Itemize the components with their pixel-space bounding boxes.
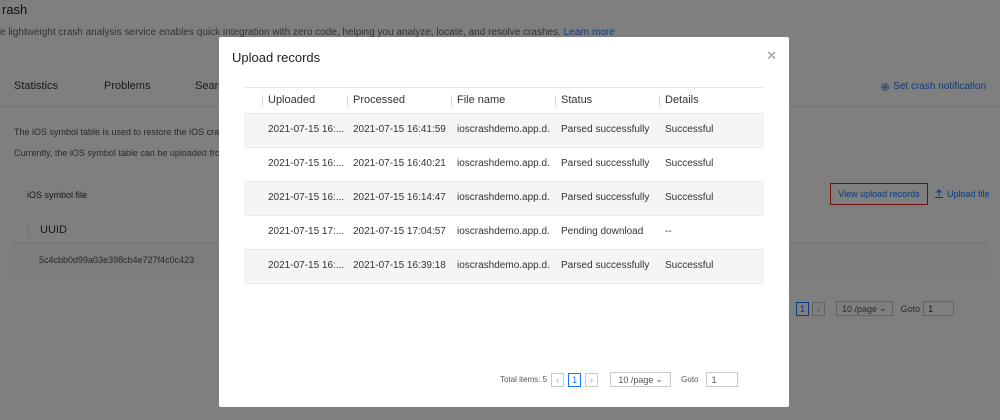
page-size-select[interactable]: 10 /page ⌄ (610, 372, 672, 387)
column-uploaded[interactable]: Uploaded (262, 94, 345, 107)
column-status[interactable]: Status (555, 94, 661, 107)
uploaded-cell: 2021-07-15 16:... (268, 192, 345, 203)
uploaded-cell: 2021-07-15 16:... (268, 260, 345, 271)
prev-page-button[interactable]: ‹ (551, 372, 565, 387)
chevron-down-icon: ⌄ (655, 374, 663, 384)
file-name-cell: ioscrashdemo.app.d... (457, 192, 549, 203)
page-number[interactable]: 1 (568, 372, 582, 387)
file-name-cell: ioscrashdemo.app.d... (457, 260, 549, 271)
status-cell: Parsed successfully (561, 192, 650, 203)
table-row: 2021-07-15 16:... 2021-07-15 16:41:59 iosc… (244, 114, 764, 148)
status-cell: Pending download (561, 226, 644, 237)
table-row: 2021-07-15 16:... 2021-07-15 16:39:18 iosc… (244, 250, 764, 284)
processed-cell: 2021-07-15 16:39:18 (353, 260, 446, 271)
details-cell: Successful (665, 192, 714, 203)
table-row: 2021-07-15 16:... 2021-07-15 16:14:47 iosc… (244, 182, 764, 216)
column-processed[interactable]: Processed (347, 94, 455, 107)
uploaded-cell: 2021-07-15 16:... (268, 124, 345, 135)
processed-cell: 2021-07-15 16:41:59 (353, 124, 446, 135)
details-cell: Successful (665, 260, 714, 271)
dialog-title: Upload records (232, 50, 321, 65)
page-size-value: 10 /page (618, 374, 654, 385)
close-icon[interactable]: ✕ (766, 49, 777, 62)
uploaded-cell: 2021-07-15 17:... (268, 226, 345, 237)
total-items: Total items: 5 (500, 375, 548, 384)
details-cell: -- (665, 226, 672, 237)
file-name-cell: ioscrashdemo.app.d... (457, 158, 549, 169)
processed-cell: 2021-07-15 16:14:47 (353, 192, 446, 203)
dialog-pagination: Total items: 5 ‹ 1 › 10 /page ⌄ Goto 1 (500, 372, 739, 387)
column-details[interactable]: Details (659, 94, 760, 107)
next-page-button[interactable]: › (585, 372, 599, 387)
status-cell: Parsed successfully (561, 158, 650, 169)
status-cell: Parsed successfully (561, 260, 650, 271)
details-cell: Successful (665, 158, 714, 169)
upload-records-table: Uploaded Processed File name Status Deta… (244, 87, 764, 284)
uploaded-cell: 2021-07-15 16:... (268, 158, 345, 169)
table-row: 2021-07-15 16:... 2021-07-15 16:40:21 iosc… (244, 148, 764, 182)
file-name-cell: ioscrashdemo.app.d... (457, 226, 549, 237)
upload-records-dialog: Upload records ✕ Uploaded Processed File… (219, 37, 789, 407)
table-row: 2021-07-15 17:... 2021-07-15 17:04:57 iosc… (244, 216, 764, 250)
column-file-name[interactable]: File name (451, 94, 549, 107)
goto-input[interactable]: 1 (706, 372, 739, 387)
file-name-cell: ioscrashdemo.app.d... (457, 124, 549, 135)
goto-label: Goto (681, 375, 699, 384)
processed-cell: 2021-07-15 16:40:21 (353, 158, 446, 169)
processed-cell: 2021-07-15 17:04:57 (353, 226, 446, 237)
details-cell: Successful (665, 124, 714, 135)
table-header: Uploaded Processed File name Status Deta… (244, 87, 764, 114)
status-cell: Parsed successfully (561, 124, 650, 135)
